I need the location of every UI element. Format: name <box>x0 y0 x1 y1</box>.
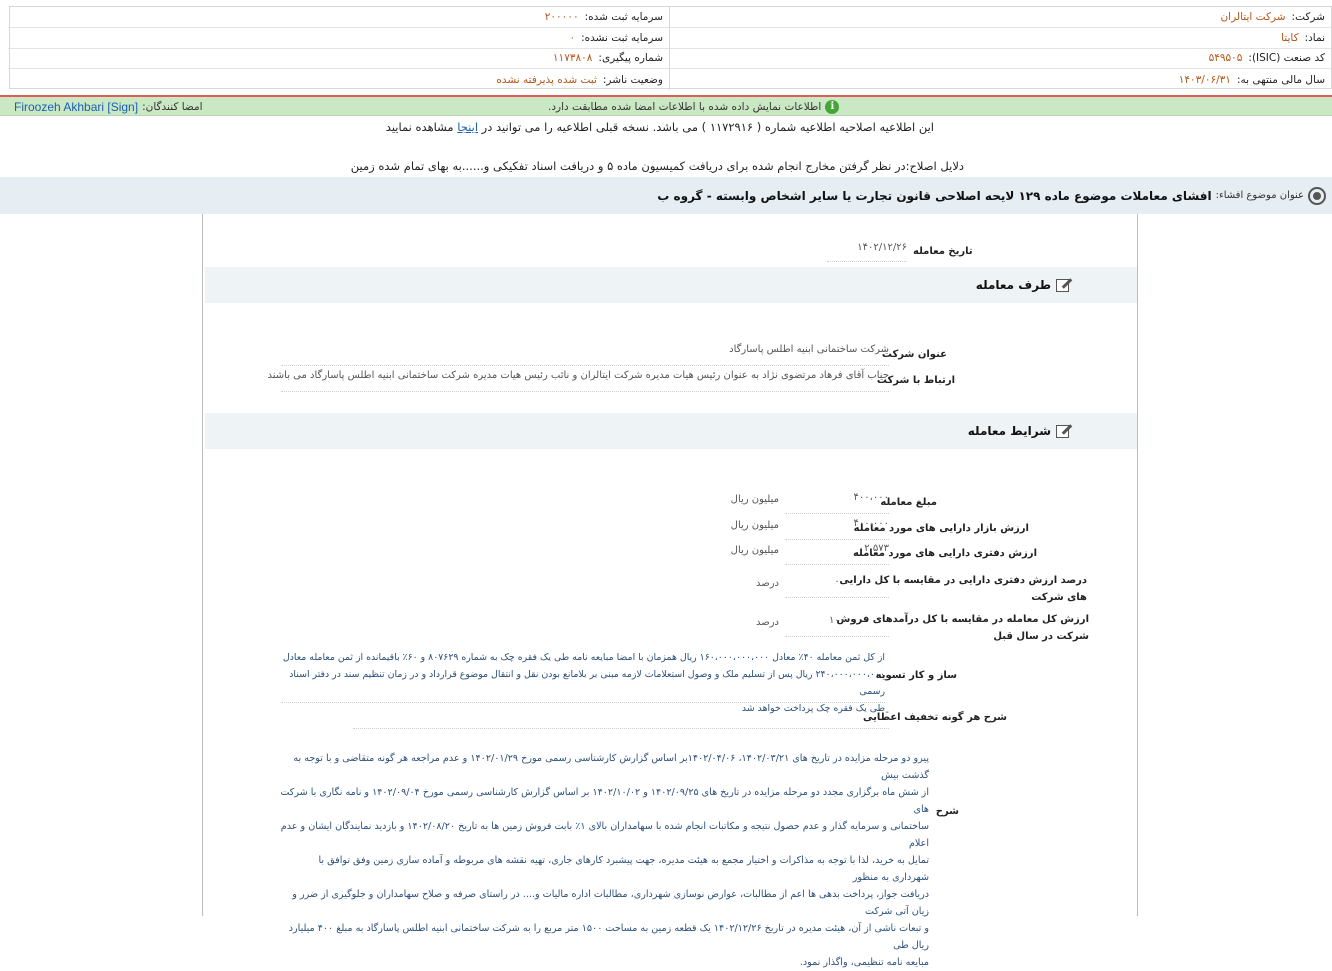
unregistered-capital-cell: سرمایه ثبت نشده: ۰ <box>8 28 669 49</box>
revenue-percent-label: ارزش کل معامله در مقایسه با کل درآمدهای … <box>836 611 1089 645</box>
symbol-label: نماد: <box>1304 31 1325 44</box>
settlement-label: ساز و کار تسویه <box>875 670 957 681</box>
description-line: دریافت جواز، پرداخت بدهی ها اعم از مطالب… <box>292 889 929 917</box>
description-text: پیرو دو مرحله مزایده در تاریخ های ۱۴۰۲/۰… <box>279 750 929 971</box>
isic-cell: کد صنعت (ISIC): ۵۴۹۵۰۵ <box>669 48 1331 70</box>
description-label: شرح <box>935 806 959 817</box>
book-value-percent-label-line2: های شرکت <box>1031 592 1087 603</box>
registered-capital-cell: سرمایه ثبت شده: ۲۰۰۰۰۰ <box>8 7 669 28</box>
amendment-reason: دلایل اصلاح:در نظر گرفتن مخارج انجام شده… <box>350 159 964 173</box>
tracking-number-label: شماره پیگیری: <box>598 52 663 65</box>
disclosure-topic-bar: عنوان موضوع افشاء: افشای معاملات موضوع م… <box>0 177 1332 214</box>
party-section-title: طرف معامله <box>975 278 1051 292</box>
edit-icon <box>1055 423 1073 439</box>
topic-title: افشای معاملات موضوع ماده ۱۲۹ لایحه اصلاح… <box>657 188 1212 203</box>
revenue-percent-label-line1: ارزش کل معامله در مقایسه با کل درآمدهای … <box>836 614 1089 625</box>
party-section-header: طرف معامله <box>205 267 1137 303</box>
revenue-percent-unit: درصد <box>755 617 779 628</box>
description-line: مبایعه نامه تنظیمی، واگذار نمود. <box>799 957 929 968</box>
terms-section-header: شرایط معامله <box>205 413 1137 449</box>
transaction-date-label: تاریخ معامله <box>913 246 973 257</box>
unregistered-capital-label: سرمایه ثبت نشده: <box>581 31 663 44</box>
transaction-amount-label: مبلغ معامله <box>880 497 937 508</box>
book-value-percent-value: ۰ <box>785 576 889 598</box>
report-content: تاریخ معامله ۱۴۰۲/۱۲/۲۶ طرف معامله عنوان… <box>202 214 1138 968</box>
publisher-status-label: وضعیت ناشر: <box>602 73 663 86</box>
amendment-notice-suffix: مشاهده نمایید <box>385 120 454 134</box>
description-line: پیرو دو مرحله مزایده در تاریخ های ۱۴۰۲/۰… <box>293 753 929 781</box>
publisher-status-cell: وضعیت ناشر: ثبت شده پذیرفته نشده <box>8 69 669 90</box>
signers: امضا کنندگان: Firoozeh Akhbari [Sign] <box>14 97 203 116</box>
symbol-value[interactable]: کایتا <box>1281 32 1299 44</box>
topic-label: عنوان موضوع افشاء: <box>1215 190 1304 201</box>
symbol-cell: نماد: کایتا <box>669 27 1331 49</box>
company-title-value: شرکت ساختمانی ابنیه اطلس پاسارگاد <box>281 344 889 366</box>
discount-label: شرح هر گونه تخفیف اعطایی <box>862 712 1007 723</box>
description-line: از شش ماه برگزاری مجدد دو مرحله مزایده د… <box>280 787 929 815</box>
company-info-table: شرکت: شرکت ایتالران سرمایه ثبت شده: ۲۰۰۰… <box>8 6 1332 90</box>
settlement-line: ۲۴۰،۰۰۰،۰۰۰،۰۰۰ ریال پس از تسلیم ملک و و… <box>289 669 885 697</box>
company-cell: شرکت: شرکت ایتالران <box>669 7 1331 28</box>
isic-value: ۵۴۹۵۰۵ <box>1208 52 1243 65</box>
signature-message: i اطلاعات نمایش داده شده با اطلاعات امضا… <box>548 97 840 116</box>
transaction-amount-unit: میلیون ریال <box>730 494 779 505</box>
settlement-value: از کل ثمن معامله ۴۰٪ معادل ۱۶۰،۰۰۰،۰۰۰،۰… <box>281 649 885 714</box>
book-value-label: ارزش دفتری دارایی های مورد معامله <box>852 548 1037 559</box>
registered-capital-label: سرمایه ثبت شده: <box>584 10 663 23</box>
settlement-line: از کل ثمن معامله ۴۰٪ معادل ۱۶۰،۰۰۰،۰۰۰،۰… <box>282 652 885 663</box>
book-value-percent-label: درصد ارزش دفتری دارایی در مقایسه با کل د… <box>839 572 1087 606</box>
description-line: تمایل به خرید، لذا با توجه به مذاکرات و … <box>318 855 929 883</box>
edit-icon <box>1055 277 1073 293</box>
description-line: و تبعات ناشی از آن، هیئت مدیره در تاریخ … <box>288 923 929 951</box>
terms-section-title: شرایط معامله <box>967 424 1051 438</box>
company-title-label: عنوان شرکت <box>881 349 947 360</box>
tracking-number-value: ۱۱۷۳۸۰۸ <box>552 52 593 65</box>
signer-link[interactable]: Firoozeh Akhbari [Sign] <box>14 100 138 114</box>
amendment-notice-text: این اطلاعیه اصلاحیه اطلاعیه شماره ( ۱۱۷۲… <box>481 120 934 134</box>
tracking-number-cell: شماره پیگیری: ۱۱۷۳۸۰۸ <box>8 49 669 70</box>
market-value-unit: میلیون ریال <box>730 520 779 531</box>
relation-label: ارتباط با شرکت <box>876 375 955 386</box>
revenue-percent-label-line2: شرکت در سال قبل <box>993 631 1089 642</box>
target-icon <box>1308 186 1326 205</box>
discount-value: - <box>353 707 889 729</box>
company-label: شرکت: <box>1291 10 1325 23</box>
market-value-value: ۴۰۰،۰۰۰ <box>785 518 889 540</box>
market-value-label: ارزش بازار دارایی های مورد معامله <box>853 523 1029 534</box>
book-value-unit: میلیون ریال <box>730 545 779 556</box>
isic-label: کد صنعت (ISIC): <box>1248 52 1325 65</box>
unregistered-capital-value: ۰ <box>569 31 576 44</box>
amendment-notice: این اطلاعیه اصلاحیه اطلاعیه شماره ( ۱۱۷۲… <box>300 120 934 134</box>
registered-capital-value: ۲۰۰۰۰۰ <box>544 10 579 23</box>
transaction-amount-value: ۴۰۰،۰۰۰ <box>785 492 889 514</box>
signers-label: امضا کنندگان: <box>142 100 203 113</box>
book-value-percent-label-line1: درصد ارزش دفتری دارایی در مقایسه با کل د… <box>839 575 1087 586</box>
book-value-percent-unit: درصد <box>755 578 779 589</box>
previous-version-link[interactable]: اینجا <box>457 120 478 134</box>
info-icon: i <box>825 99 840 114</box>
description-line: ساختمانی و سرمایه گذار و عدم حصول نتیجه … <box>280 821 929 849</box>
revenue-percent-value: ۱۰۰ <box>785 615 889 637</box>
signature-bar: i اطلاعات نمایش داده شده با اطلاعات امضا… <box>0 97 1332 116</box>
company-value[interactable]: شرکت ایتالران <box>1220 11 1285 23</box>
fiscal-year-cell: سال مالی منتهی به: ۱۴۰۳/۰۶/۳۱ <box>669 69 1331 90</box>
fiscal-year-label: سال مالی منتهی به: <box>1236 73 1325 86</box>
transaction-date-value: ۱۴۰۲/۱۲/۲۶ <box>827 242 907 262</box>
fiscal-year-value: ۱۴۰۳/۰۶/۳۱ <box>1178 73 1231 86</box>
book-value-value: ۲،۵۷۳ <box>785 543 889 565</box>
relation-value: جناب آقای فرهاد مرتضوی نژاد به عنوان رئی… <box>268 370 889 392</box>
signature-message-text: اطلاعات نمایش داده شده با اطلاعات امضا ش… <box>548 100 822 113</box>
publisher-status-value: ثبت شده پذیرفته نشده <box>496 73 597 86</box>
